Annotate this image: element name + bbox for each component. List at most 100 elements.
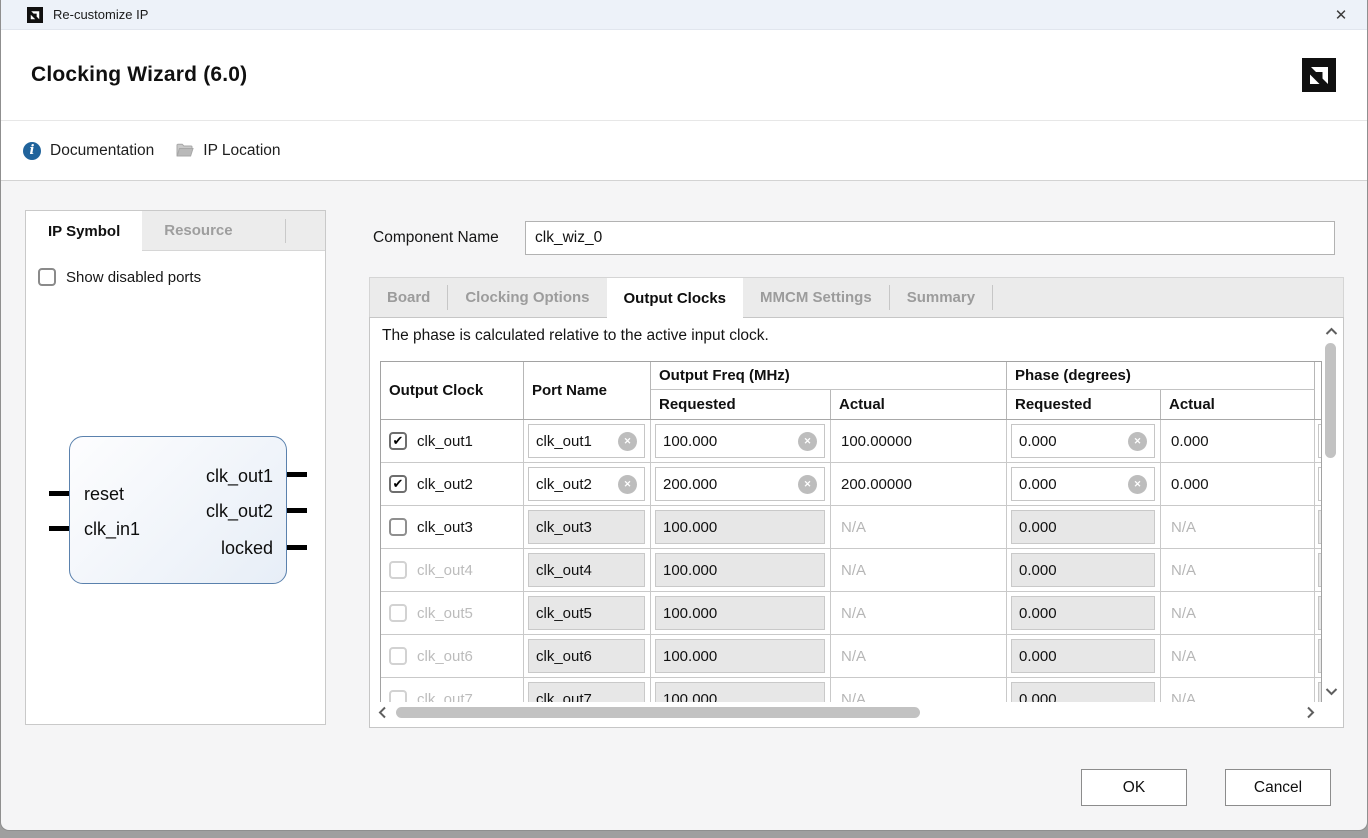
overflow-sliver-cell [1315, 678, 1321, 702]
freq-actual-value: N/A [831, 592, 1007, 634]
output-clock-label: clk_out7 [417, 691, 473, 703]
tab-clocking-options[interactable]: Clocking Options [448, 278, 606, 317]
freq-requested-input[interactable]: 100.000✕ [655, 424, 825, 458]
output-clock-cell: ✔ clk_out1 [381, 420, 524, 462]
port-name-cell: clk_out3 [524, 506, 651, 548]
tab-summary[interactable]: Summary [890, 278, 992, 317]
col-port-name: Port Name [524, 362, 651, 419]
scroll-down-icon[interactable] [1323, 683, 1339, 699]
field-value: 0.000 [1019, 433, 1057, 450]
col-phase: Phase (degrees) [1007, 362, 1315, 390]
output-clock-label: clk_out2 [417, 476, 473, 493]
clipped-field-fragment [1318, 639, 1322, 673]
clear-icon[interactable]: ✕ [798, 475, 817, 494]
port-name-input[interactable]: clk_out2✕ [528, 467, 645, 501]
phase-requested-input: 0.000 [1011, 682, 1155, 702]
output-clock-cell: clk_out6 [381, 635, 524, 677]
phase-requested-input: 0.000 [1011, 639, 1155, 673]
xilinx-brand-logo [1302, 58, 1336, 92]
tab-board[interactable]: Board [370, 278, 447, 317]
settings-tabs: BoardClocking OptionsOutput ClocksMMCM S… [369, 277, 1344, 317]
vscroll-track[interactable] [1323, 339, 1339, 683]
table-row: clk_out5clk_out5100.000N/A0.000N/A [381, 592, 1321, 635]
freq-actual-value: N/A [831, 506, 1007, 548]
output-clock-cell: ✔ clk_out2 [381, 463, 524, 505]
port-stub-clk-in1 [49, 526, 69, 531]
overflow-sliver-cell [1315, 592, 1321, 634]
port-name-input: clk_out4 [528, 553, 645, 587]
vscroll-thumb[interactable] [1325, 343, 1336, 458]
port-name-input[interactable]: clk_out1 ✕ [528, 424, 645, 458]
titlebar: Re-customize IP ✕ [1, 0, 1367, 30]
phase-note: The phase is calculated relative to the … [382, 327, 769, 345]
output-clock-checkbox[interactable] [389, 518, 407, 536]
window-title: Re-customize IP [53, 7, 148, 22]
ip-location-button[interactable]: IP Location [176, 142, 280, 160]
col-output-clock: Output Clock [381, 362, 524, 419]
tab-ip-symbol[interactable]: IP Symbol [26, 211, 142, 252]
output-clock-checkbox[interactable] [389, 561, 407, 579]
col-phase-requested: Requested [1007, 390, 1161, 419]
output-clock-checkbox[interactable]: ✔ [389, 475, 407, 493]
show-disabled-ports-checkbox[interactable] [38, 268, 56, 286]
phase-requested-input[interactable]: 0.000 ✕ [1011, 424, 1155, 458]
field-value: clk_out3 [536, 519, 592, 536]
horizontal-scrollbar[interactable] [374, 704, 1318, 721]
field-value: clk_out1 [536, 433, 592, 450]
left-panel-tabs: IP Symbol Resource [26, 211, 325, 251]
component-name-input[interactable] [525, 221, 1335, 255]
output-clock-checkbox[interactable] [389, 604, 407, 622]
port-name-cell: clk_out5 [524, 592, 651, 634]
phase-actual-value: N/A [1161, 678, 1315, 702]
phase-actual-value: 0.000 [1161, 463, 1315, 505]
port-name-input: clk_out5 [528, 596, 645, 630]
clear-icon[interactable]: ✕ [798, 432, 817, 451]
scroll-right-icon[interactable] [1302, 705, 1318, 721]
tab-output-clocks[interactable]: Output Clocks [607, 278, 744, 319]
output-clock-label: clk_out1 [417, 433, 473, 450]
output-clock-checkbox[interactable] [389, 690, 407, 702]
clear-icon[interactable]: ✕ [618, 475, 637, 494]
clipped-field-fragment [1318, 596, 1322, 630]
freq-requested-cell: 100.000 [651, 678, 831, 702]
output-clock-checkbox[interactable] [389, 647, 407, 665]
phase-actual-value: N/A [1161, 506, 1315, 548]
clear-icon[interactable]: ✕ [618, 432, 637, 451]
cancel-button[interactable]: Cancel [1225, 769, 1331, 806]
ok-button[interactable]: OK [1081, 769, 1187, 806]
scroll-left-icon[interactable] [374, 705, 390, 721]
table-row: clk_out4clk_out4100.000N/A0.000N/A [381, 549, 1321, 592]
freq-requested-input: 100.000 [655, 682, 825, 702]
output-clock-checkbox[interactable]: ✔ [389, 432, 407, 450]
freq-requested-input[interactable]: 200.000✕ [655, 467, 825, 501]
close-icon[interactable]: ✕ [1331, 6, 1351, 24]
vertical-scrollbar[interactable] [1323, 323, 1339, 699]
documentation-button[interactable]: i Documentation [23, 142, 154, 160]
port-name-cell: clk_out7 [524, 678, 651, 702]
output-clocks-rows: ✔clk_out1clk_out1✕100.000✕100.000000.000… [381, 420, 1321, 702]
field-value: clk_out7 [536, 691, 592, 703]
output-clocks-table: Output Clock Port Name Output Freq (MHz)… [380, 361, 1322, 702]
tab-resource[interactable]: Resource [142, 211, 254, 250]
col-freq-actual: Actual [831, 390, 1007, 419]
scroll-up-icon[interactable] [1323, 323, 1339, 339]
field-value: clk_out4 [536, 562, 592, 579]
freq-actual-value: N/A [831, 678, 1007, 702]
hscroll-track[interactable] [390, 704, 1302, 721]
folder-icon [176, 143, 194, 158]
clear-icon[interactable]: ✕ [1128, 475, 1147, 494]
port-name-input: clk_out6 [528, 639, 645, 673]
port-label-clk-in1: clk_in1 [84, 519, 140, 539]
clear-icon[interactable]: ✕ [1128, 432, 1147, 451]
tab-mmcm-settings[interactable]: MMCM Settings [743, 278, 889, 317]
phase-requested-input[interactable]: 0.000✕ [1011, 467, 1155, 501]
field-value: 0.000 [1019, 519, 1057, 536]
output-clock-label: clk_out4 [417, 562, 473, 579]
table-header: Output Clock Port Name Output Freq (MHz)… [381, 362, 1321, 420]
phase-actual-value: N/A [1161, 549, 1315, 591]
port-name-input: clk_out3 [528, 510, 645, 544]
freq-requested-cell: 100.000 [651, 592, 831, 634]
hscroll-thumb[interactable] [396, 707, 920, 718]
col-phase-actual: Actual [1161, 390, 1315, 419]
port-label-reset: reset [84, 484, 124, 504]
